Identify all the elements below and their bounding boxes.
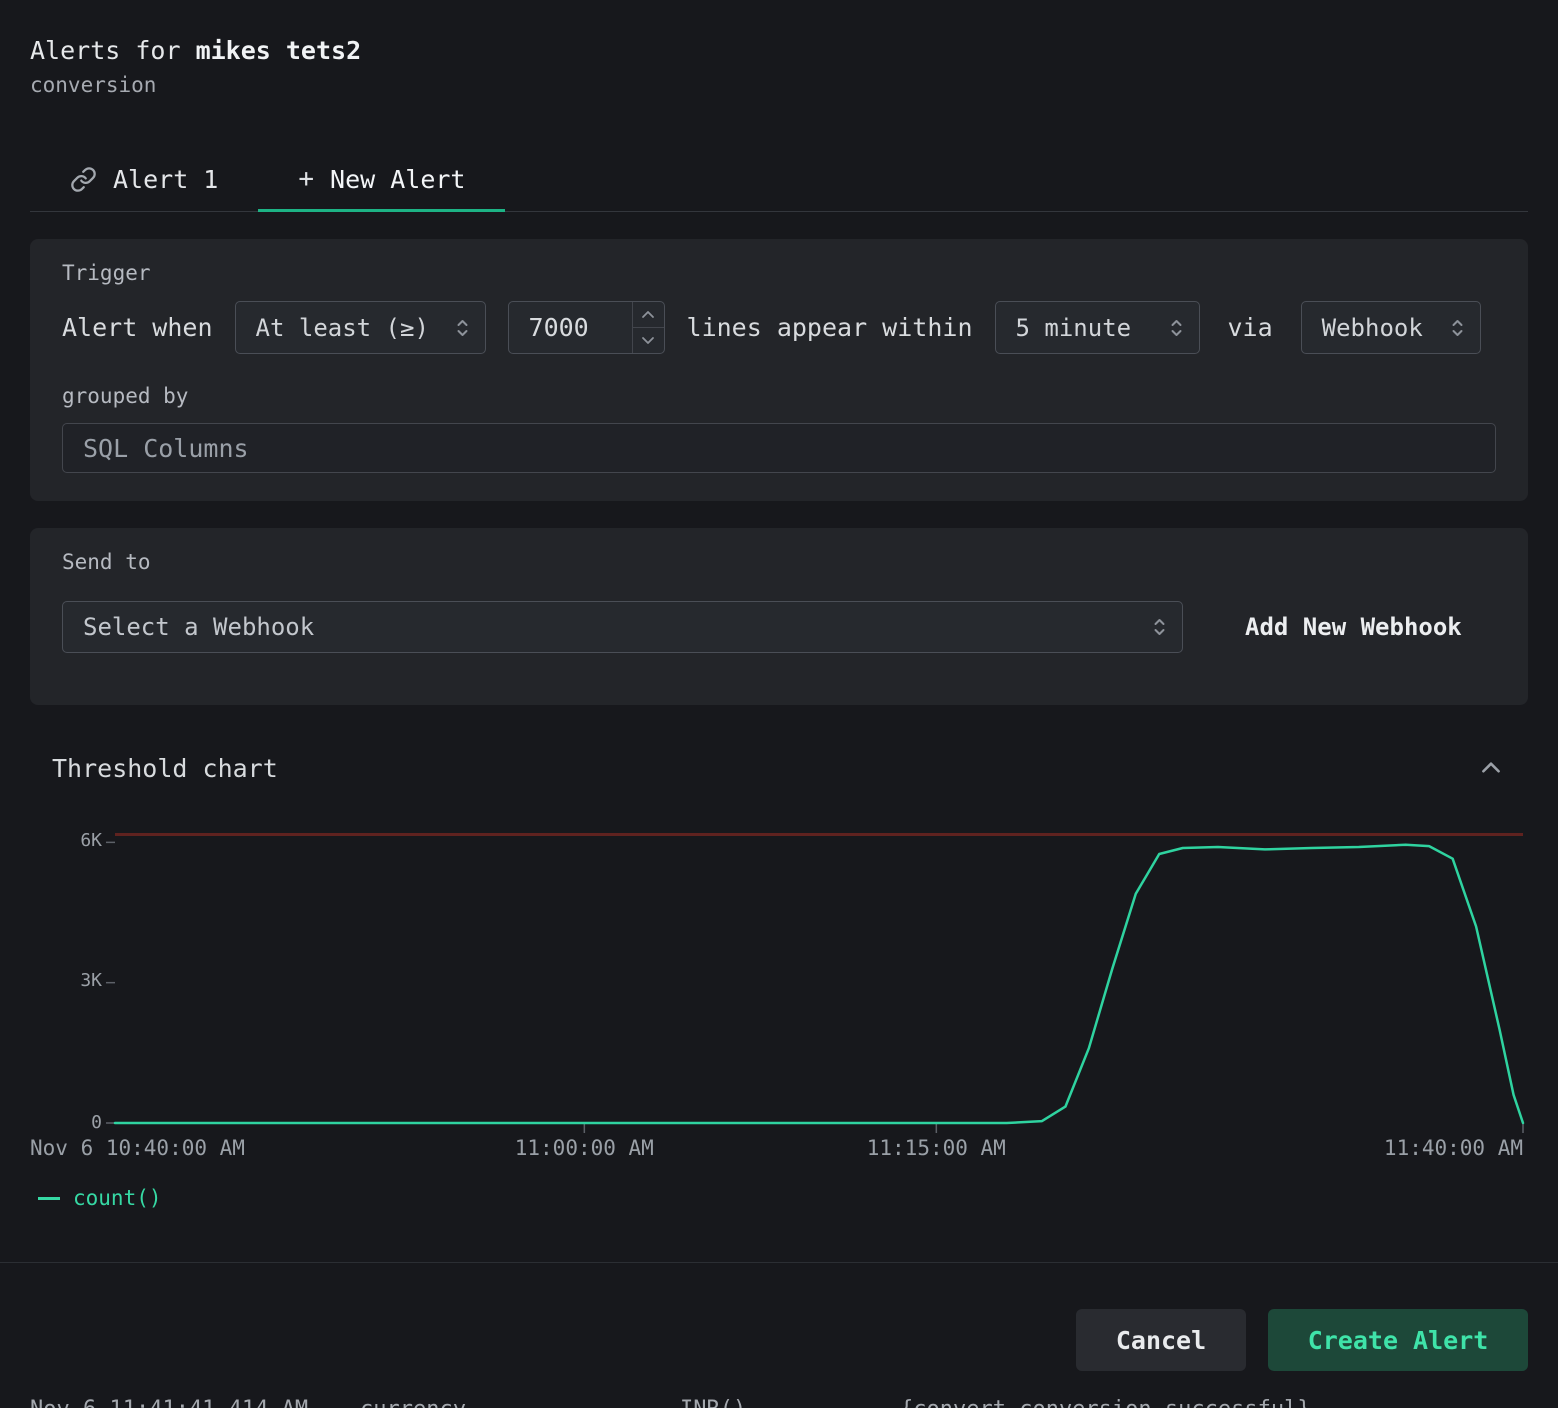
background-log-row: Nov 6 11:41:41.414 AM currency INR() {co… [0, 1395, 1558, 1408]
chevron-down-icon [641, 336, 655, 345]
via-label: via [1228, 313, 1273, 342]
condition-select-value: At least (≥) [256, 314, 429, 342]
chevron-updown-icon [454, 315, 471, 341]
x-axis-labels: Nov 6 10:40:00 AM 11:00:00 AM 11:15:00 A… [115, 1136, 1523, 1162]
alert-editor-modal: Alerts for mikes tets2 conversion Alert … [0, 0, 1558, 1408]
time-window-select[interactable]: 5 minute [995, 301, 1200, 354]
x-axis-tick-label: 11:00:00 AM [515, 1136, 654, 1160]
header: Alerts for mikes tets2 conversion [30, 0, 1528, 97]
page-title-name: mikes tets2 [196, 36, 362, 65]
tab-new-alert-label: New Alert [330, 165, 465, 194]
threshold-chart: 6K 3K 0 [115, 833, 1523, 1123]
time-window-value: 5 minute [1016, 314, 1132, 342]
link-icon [70, 166, 97, 193]
threshold-count-value: 7000 [509, 302, 632, 353]
send-to-label: Send to [62, 550, 1496, 574]
y-axis-tick-label: 6K [80, 830, 102, 852]
x-axis-tick-label: Nov 6 10:40:00 AM [30, 1136, 245, 1160]
channel-select[interactable]: Webhook [1301, 301, 1481, 354]
number-steppers [632, 302, 664, 353]
stepper-down-button[interactable] [633, 327, 664, 353]
y-axis-tick-label: 0 [91, 1112, 102, 1134]
chevron-updown-icon [1151, 614, 1168, 640]
trigger-section-label: Trigger [62, 261, 1496, 285]
legend-line-swatch [38, 1197, 60, 1200]
add-webhook-button[interactable]: Add New Webhook [1245, 613, 1462, 641]
footer-actions: Cancel Create Alert [30, 1263, 1528, 1371]
group-by-input[interactable] [62, 423, 1496, 473]
condition-select[interactable]: At least (≥) [235, 301, 486, 354]
threshold-chart-svg [115, 833, 1523, 1123]
y-axis-tick-label: 3K [80, 970, 102, 992]
log-message: {convert conversion successful} [900, 1395, 1311, 1408]
stepper-up-button[interactable] [633, 302, 664, 327]
chart-title: Threshold chart [52, 754, 278, 783]
log-value: INR() [680, 1395, 746, 1408]
log-timestamp: Nov 6 11:41:41.414 AM [30, 1395, 308, 1408]
threshold-count-input[interactable]: 7000 [508, 301, 665, 354]
create-alert-button[interactable]: Create Alert [1268, 1309, 1528, 1371]
channel-select-value: Webhook [1322, 314, 1423, 342]
page-title: Alerts for mikes tets2 [30, 36, 1528, 65]
plus-icon: + [298, 164, 314, 194]
tab-alert-1[interactable]: Alert 1 [30, 147, 258, 211]
cancel-button[interactable]: Cancel [1076, 1309, 1246, 1371]
chart-legend: count() [38, 1186, 1528, 1210]
webhook-select-placeholder: Select a Webhook [83, 613, 314, 641]
chevron-updown-icon [1168, 315, 1185, 341]
tab-new-alert[interactable]: + New Alert [258, 147, 505, 211]
trigger-section: Trigger Alert when At least (≥) 7000 li [30, 239, 1528, 501]
page-title-prefix: Alerts for [30, 36, 181, 65]
send-to-row: Select a Webhook Add New Webhook [62, 601, 1496, 653]
alert-when-label: Alert when [62, 313, 213, 342]
x-axis-tick-label: 11:40:00 AM [1384, 1136, 1523, 1160]
legend-series-label: count() [73, 1186, 162, 1210]
grouped-by-label: grouped by [62, 384, 1496, 408]
chart-header: Threshold chart [30, 753, 1528, 783]
send-to-section: Send to Select a Webhook Add New Webhook [30, 528, 1528, 705]
x-axis-tick-label: 11:15:00 AM [867, 1136, 1006, 1160]
threshold-chart-section: Threshold chart 6K 3K 0 Nov 6 10:40:00 A… [30, 753, 1528, 1210]
lines-appear-label: lines appear within [687, 313, 973, 342]
collapse-chart-button[interactable] [1478, 754, 1506, 782]
chevron-updown-icon [1449, 315, 1466, 341]
chevron-up-icon [641, 310, 655, 319]
chevron-up-icon [1478, 755, 1504, 781]
log-column: currency [360, 1395, 466, 1408]
tab-alert-1-label: Alert 1 [113, 165, 218, 194]
page-subtitle: conversion [30, 73, 1528, 97]
webhook-select[interactable]: Select a Webhook [62, 601, 1183, 653]
alert-tabs: Alert 1 + New Alert [30, 147, 1528, 212]
trigger-row: Alert when At least (≥) 7000 lines appea… [62, 301, 1496, 354]
